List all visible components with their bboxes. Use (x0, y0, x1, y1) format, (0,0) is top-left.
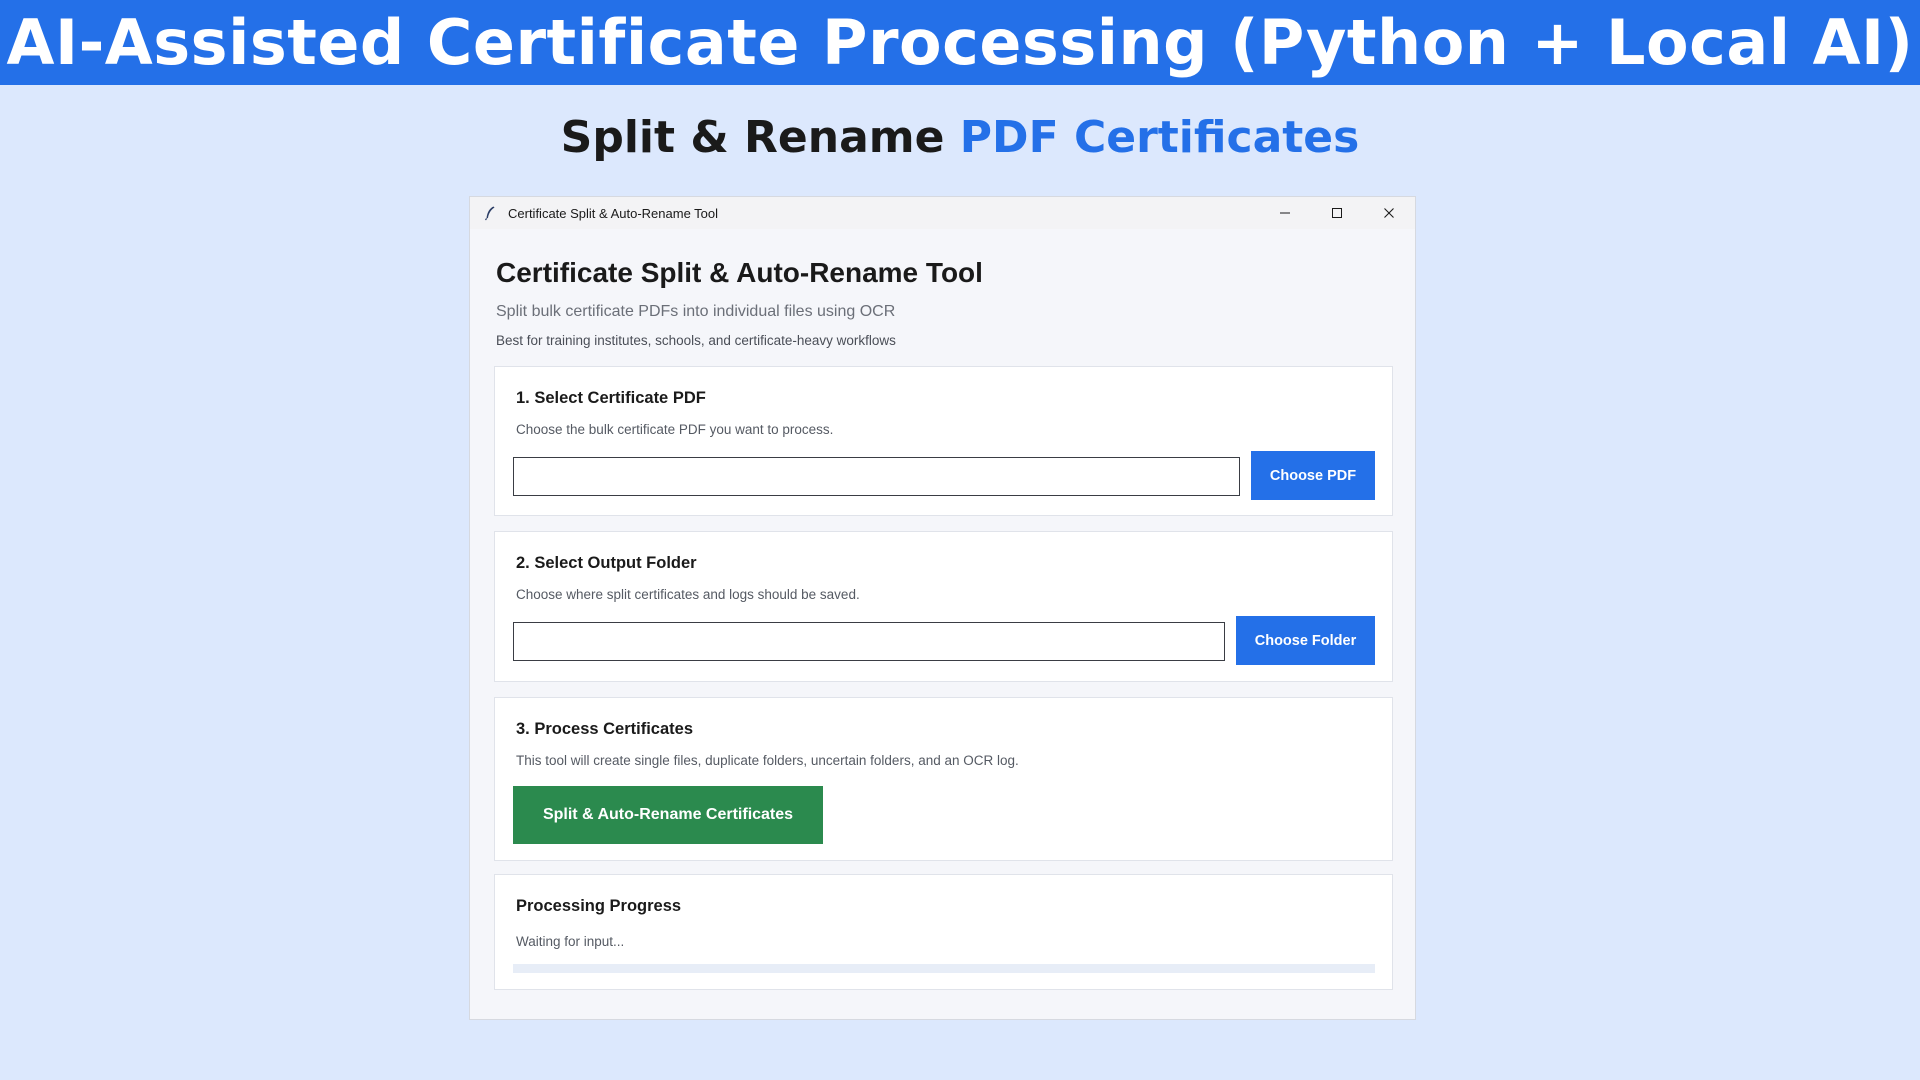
banner: AI-Assisted Certificate Processing (Pyth… (0, 0, 1920, 85)
progress-status: Waiting for input... (516, 934, 625, 949)
subtitle-accent-text: PDF Certificates (959, 112, 1360, 163)
progress-bar (513, 964, 1375, 973)
choose-folder-button[interactable]: Choose Folder (1236, 616, 1375, 665)
app-window: Certificate Split & Auto-Rename Tool Cer… (470, 197, 1415, 1019)
progress-title: Processing Progress (516, 897, 682, 915)
process-card: 3. Process Certificates This tool will c… (494, 697, 1393, 861)
split-rename-button[interactable]: Split & Auto-Rename Certificates (513, 786, 823, 844)
select-pdf-title: 1. Select Certificate PDF (516, 389, 706, 407)
app-note: Best for training institutes, schools, a… (496, 333, 896, 348)
app-description: Split bulk certificate PDFs into individ… (496, 303, 896, 320)
maximize-button[interactable] (1311, 197, 1363, 229)
window-title: Certificate Split & Auto-Rename Tool (508, 205, 719, 221)
maximize-icon (1332, 208, 1342, 218)
banner-title: AI-Assisted Certificate Processing (Pyth… (6, 6, 1914, 79)
process-title: 3. Process Certificates (516, 720, 694, 738)
select-folder-title: 2. Select Output Folder (516, 554, 697, 572)
window-controls (1259, 197, 1415, 229)
close-button[interactable] (1363, 197, 1415, 229)
subtitle-text: Split & Rename (560, 112, 960, 163)
app-header: Certificate Split & Auto-Rename Tool Spl… (470, 229, 1415, 348)
choose-pdf-button[interactable]: Choose PDF (1251, 451, 1375, 500)
page-subtitle: Split & Rename PDF Certificates (0, 112, 1920, 163)
process-description: This tool will create single files, dupl… (516, 753, 1019, 768)
select-pdf-card: 1. Select Certificate PDF Choose the bul… (494, 366, 1393, 516)
minimize-icon (1280, 212, 1290, 214)
app-heading: Certificate Split & Auto-Rename Tool (496, 257, 983, 288)
window-titlebar[interactable]: Certificate Split & Auto-Rename Tool (470, 197, 1415, 229)
select-folder-card: 2. Select Output Folder Choose where spl… (494, 531, 1393, 682)
progress-card: Processing Progress Waiting for input... (494, 874, 1393, 990)
select-pdf-description: Choose the bulk certificate PDF you want… (516, 422, 834, 437)
folder-path-input[interactable] (513, 622, 1225, 661)
close-icon (1384, 208, 1394, 218)
pdf-path-input[interactable] (513, 457, 1240, 496)
minimize-button[interactable] (1259, 197, 1311, 229)
feather-icon (482, 205, 498, 221)
select-folder-description: Choose where split certificates and logs… (516, 587, 860, 602)
